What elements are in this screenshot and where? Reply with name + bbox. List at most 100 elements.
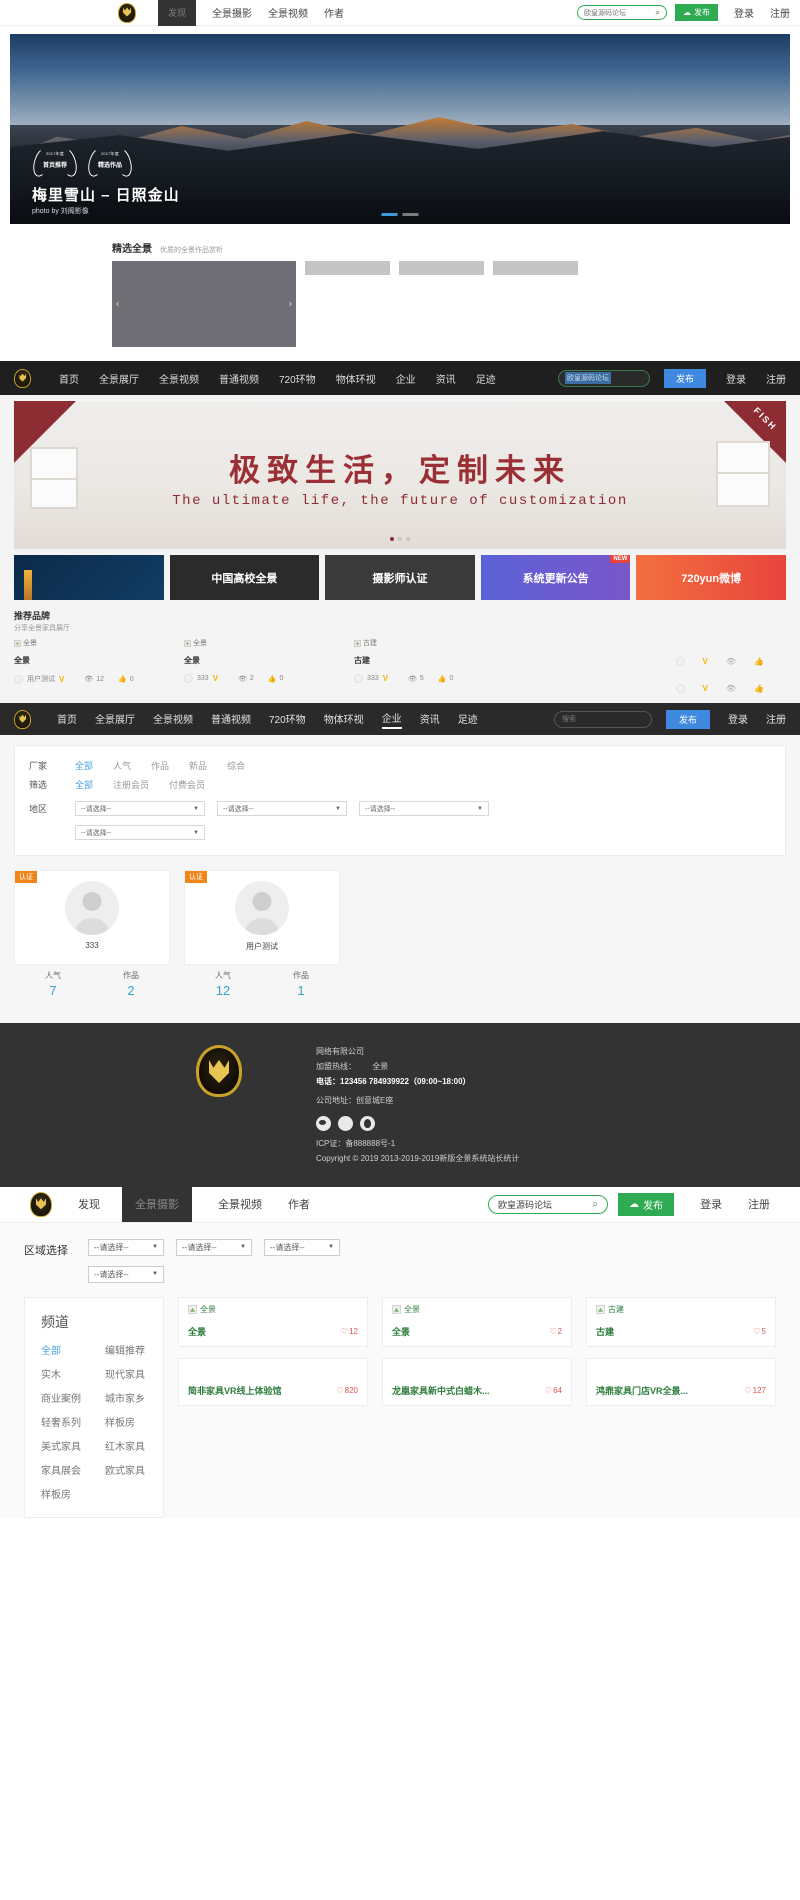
like-group[interactable]: ♡ 2 xyxy=(549,1327,562,1336)
region-select-province[interactable]: --请选择-- ▼ xyxy=(75,801,205,816)
prev-arrow-icon[interactable]: ‹ xyxy=(116,299,119,310)
search-input[interactable]: 搜索 xyxy=(553,710,652,728)
filter-option-all[interactable]: 全部 xyxy=(75,759,93,772)
search-input[interactable]: 欧皇源码论坛 xyxy=(557,369,650,387)
work-card[interactable]: 简非家具VR线上体验馆 ♡ 820 xyxy=(178,1357,368,1406)
nav-item-panorama-hall[interactable]: 全景展厅 xyxy=(95,711,135,728)
filter-option-popularity[interactable]: 人气 xyxy=(113,759,131,772)
channel-item-city-hometown[interactable]: 城市家乡 xyxy=(105,1390,163,1405)
publish-button[interactable]: 发布 xyxy=(665,709,710,729)
register-link[interactable]: 注册 xyxy=(766,371,786,386)
work-card[interactable]: 全景 全景 ♡ 12 xyxy=(178,1296,368,1347)
channel-item-all[interactable]: 全部 xyxy=(41,1342,99,1357)
banner-carousel-dots[interactable] xyxy=(390,537,410,541)
channel-item-business-case[interactable]: 商业案例 xyxy=(41,1390,99,1405)
site-logo-icon[interactable] xyxy=(14,709,31,729)
filter-option-works[interactable]: 作品 xyxy=(151,759,169,772)
promo-tile-4[interactable]: NEW 系统更新公告 xyxy=(480,555,631,600)
promo-tile-5[interactable]: 720yun微博 xyxy=(636,555,786,600)
publish-button[interactable]: 发布 xyxy=(663,368,706,388)
channel-item-show-room[interactable]: 样板房 xyxy=(105,1414,163,1429)
site-logo-icon[interactable] xyxy=(14,368,31,388)
channel-item-european-furniture[interactable]: 欧式家具 xyxy=(105,1462,163,1477)
nav-item-enterprise[interactable]: 企业 xyxy=(381,710,402,729)
nav-tab-discover[interactable]: 发现 xyxy=(158,0,197,26)
brand-card[interactable]: 古建 古建 333 V 👁 5 👍 0 xyxy=(354,638,524,684)
nav-item-discover[interactable]: 发现 xyxy=(78,1196,100,1212)
login-link[interactable]: 登录 xyxy=(700,1196,722,1212)
register-link[interactable]: 注册 xyxy=(770,5,790,20)
selected-thumb[interactable] xyxy=(493,261,578,275)
channel-item-light-luxury[interactable]: 轻奢系列 xyxy=(41,1414,99,1429)
nav-item-news[interactable]: 资讯 xyxy=(420,711,440,728)
carousel-dot-2[interactable] xyxy=(402,213,419,216)
nav-item-home[interactable]: 首页 xyxy=(57,711,77,728)
search-input[interactable]: 欧皇源码论坛 ⌕ xyxy=(577,5,667,20)
brand-card[interactable]: 全景 全景 用户测试 V 👁 12 👍 0 xyxy=(14,638,184,684)
nav-item-footprint[interactable]: 足迹 xyxy=(458,711,478,728)
like-group[interactable]: ♡ 12 xyxy=(341,1327,358,1336)
login-link[interactable]: 登录 xyxy=(726,371,746,386)
site-logo-icon[interactable] xyxy=(118,2,136,23)
channel-item-american-furniture[interactable]: 美式家具 xyxy=(41,1438,99,1453)
nav-item-panorama-video[interactable]: 全景视频 xyxy=(218,1196,262,1212)
channel-item-mahogany-furniture[interactable]: 红木家具 xyxy=(105,1438,163,1453)
nav-item-normal-video[interactable]: 普通视频 xyxy=(219,371,259,386)
carousel-dot-1[interactable] xyxy=(381,213,398,216)
region-select-district[interactable]: --请选择-- ▼ xyxy=(359,801,489,816)
enterprise-card[interactable]: 认证 333 人气 7 作品 2 xyxy=(14,870,170,1005)
banner-dot-2[interactable] xyxy=(398,537,402,541)
nav-item-author[interactable]: 作者 xyxy=(288,1196,310,1212)
nav-item-panorama-video[interactable]: 全景视频 xyxy=(159,371,199,386)
login-link[interactable]: 登录 xyxy=(728,711,748,728)
nav-item-panorama-hall[interactable]: 全景展厅 xyxy=(99,371,139,386)
next-arrow-icon[interactable]: › xyxy=(289,299,292,310)
promo-tile-2[interactable]: 中国高校全景 xyxy=(169,555,320,600)
region-select-2[interactable]: --请选择-- ▼ xyxy=(176,1238,252,1256)
publish-button[interactable]: ☁ 发布 xyxy=(618,1192,674,1216)
like-group[interactable]: ♡ 64 xyxy=(545,1386,562,1395)
screen-option-all[interactable]: 全部 xyxy=(75,778,93,791)
nav-item-720-object[interactable]: 720环物 xyxy=(279,371,316,386)
screen-option-paid[interactable]: 付费会员 xyxy=(169,778,205,791)
search-icon[interactable]: ⌕ xyxy=(592,1199,598,1210)
work-card[interactable]: 龙凰家具新中式白蜡木... ♡ 64 xyxy=(382,1357,572,1406)
region-select-city[interactable]: --请选择-- ▼ xyxy=(217,801,347,816)
nav-item-720-object[interactable]: 720环物 xyxy=(269,711,306,728)
wechat-icon[interactable] xyxy=(338,1116,353,1132)
selected-thumb[interactable] xyxy=(305,261,390,275)
channel-item-show-room-2[interactable]: 样板房 xyxy=(41,1486,99,1501)
nav-item-footprint[interactable]: 足迹 xyxy=(476,371,496,386)
search-icon[interactable]: ⌕ xyxy=(656,8,660,18)
weibo-icon[interactable] xyxy=(316,1116,331,1132)
nav-item-home[interactable]: 首页 xyxy=(59,371,79,386)
screen-option-registered[interactable]: 注册会员 xyxy=(113,778,149,791)
like-group[interactable]: ♡ 5 xyxy=(753,1327,766,1336)
channel-item-modern-furniture[interactable]: 现代家具 xyxy=(105,1366,163,1381)
work-card[interactable]: 古建 古建 ♡ 5 xyxy=(586,1296,776,1347)
nav-item-object-view[interactable]: 物体环视 xyxy=(336,371,376,386)
nav-item-panorama-photo[interactable]: 全景摄影 xyxy=(212,5,252,20)
nav-item-news[interactable]: 资讯 xyxy=(436,371,456,386)
nav-item-object-view[interactable]: 物体环视 xyxy=(324,711,364,728)
channel-item-editor-pick[interactable]: 编辑推荐 xyxy=(105,1342,163,1357)
brand-card[interactable]: 全景 全景 333 V 👁 2 👍 0 xyxy=(184,638,354,684)
channel-item-furniture-expo[interactable]: 家具展会 xyxy=(41,1462,99,1477)
nav-item-panorama-video[interactable]: 全景视频 xyxy=(153,711,193,728)
site-logo-icon[interactable] xyxy=(30,1191,52,1217)
banner-dot-3[interactable] xyxy=(406,537,410,541)
banner-dot-1[interactable] xyxy=(390,537,394,541)
region-select-extra[interactable]: --请选择-- ▼ xyxy=(75,825,205,840)
login-link[interactable]: 登录 xyxy=(734,5,754,20)
promo-tile-1[interactable] xyxy=(14,555,164,600)
region-select-4[interactable]: --请选择-- ▼ xyxy=(88,1265,164,1283)
nav-item-normal-video[interactable]: 普通视频 xyxy=(211,711,251,728)
qq-icon[interactable] xyxy=(360,1116,375,1132)
nav-item-author[interactable]: 作者 xyxy=(324,5,344,20)
register-link[interactable]: 注册 xyxy=(766,711,786,728)
hero-banner[interactable]: 2017年度 首页推荐 2017年度 精选作品 梅里雪山 – 日照金山 phot… xyxy=(10,34,790,224)
selected-thumb[interactable] xyxy=(399,261,484,275)
work-card[interactable]: 鸿鼎家具门店VR全景... ♡ 127 xyxy=(586,1357,776,1406)
nav-item-enterprise[interactable]: 企业 xyxy=(396,371,416,386)
publish-button[interactable]: ☁ 发布 xyxy=(675,4,718,21)
